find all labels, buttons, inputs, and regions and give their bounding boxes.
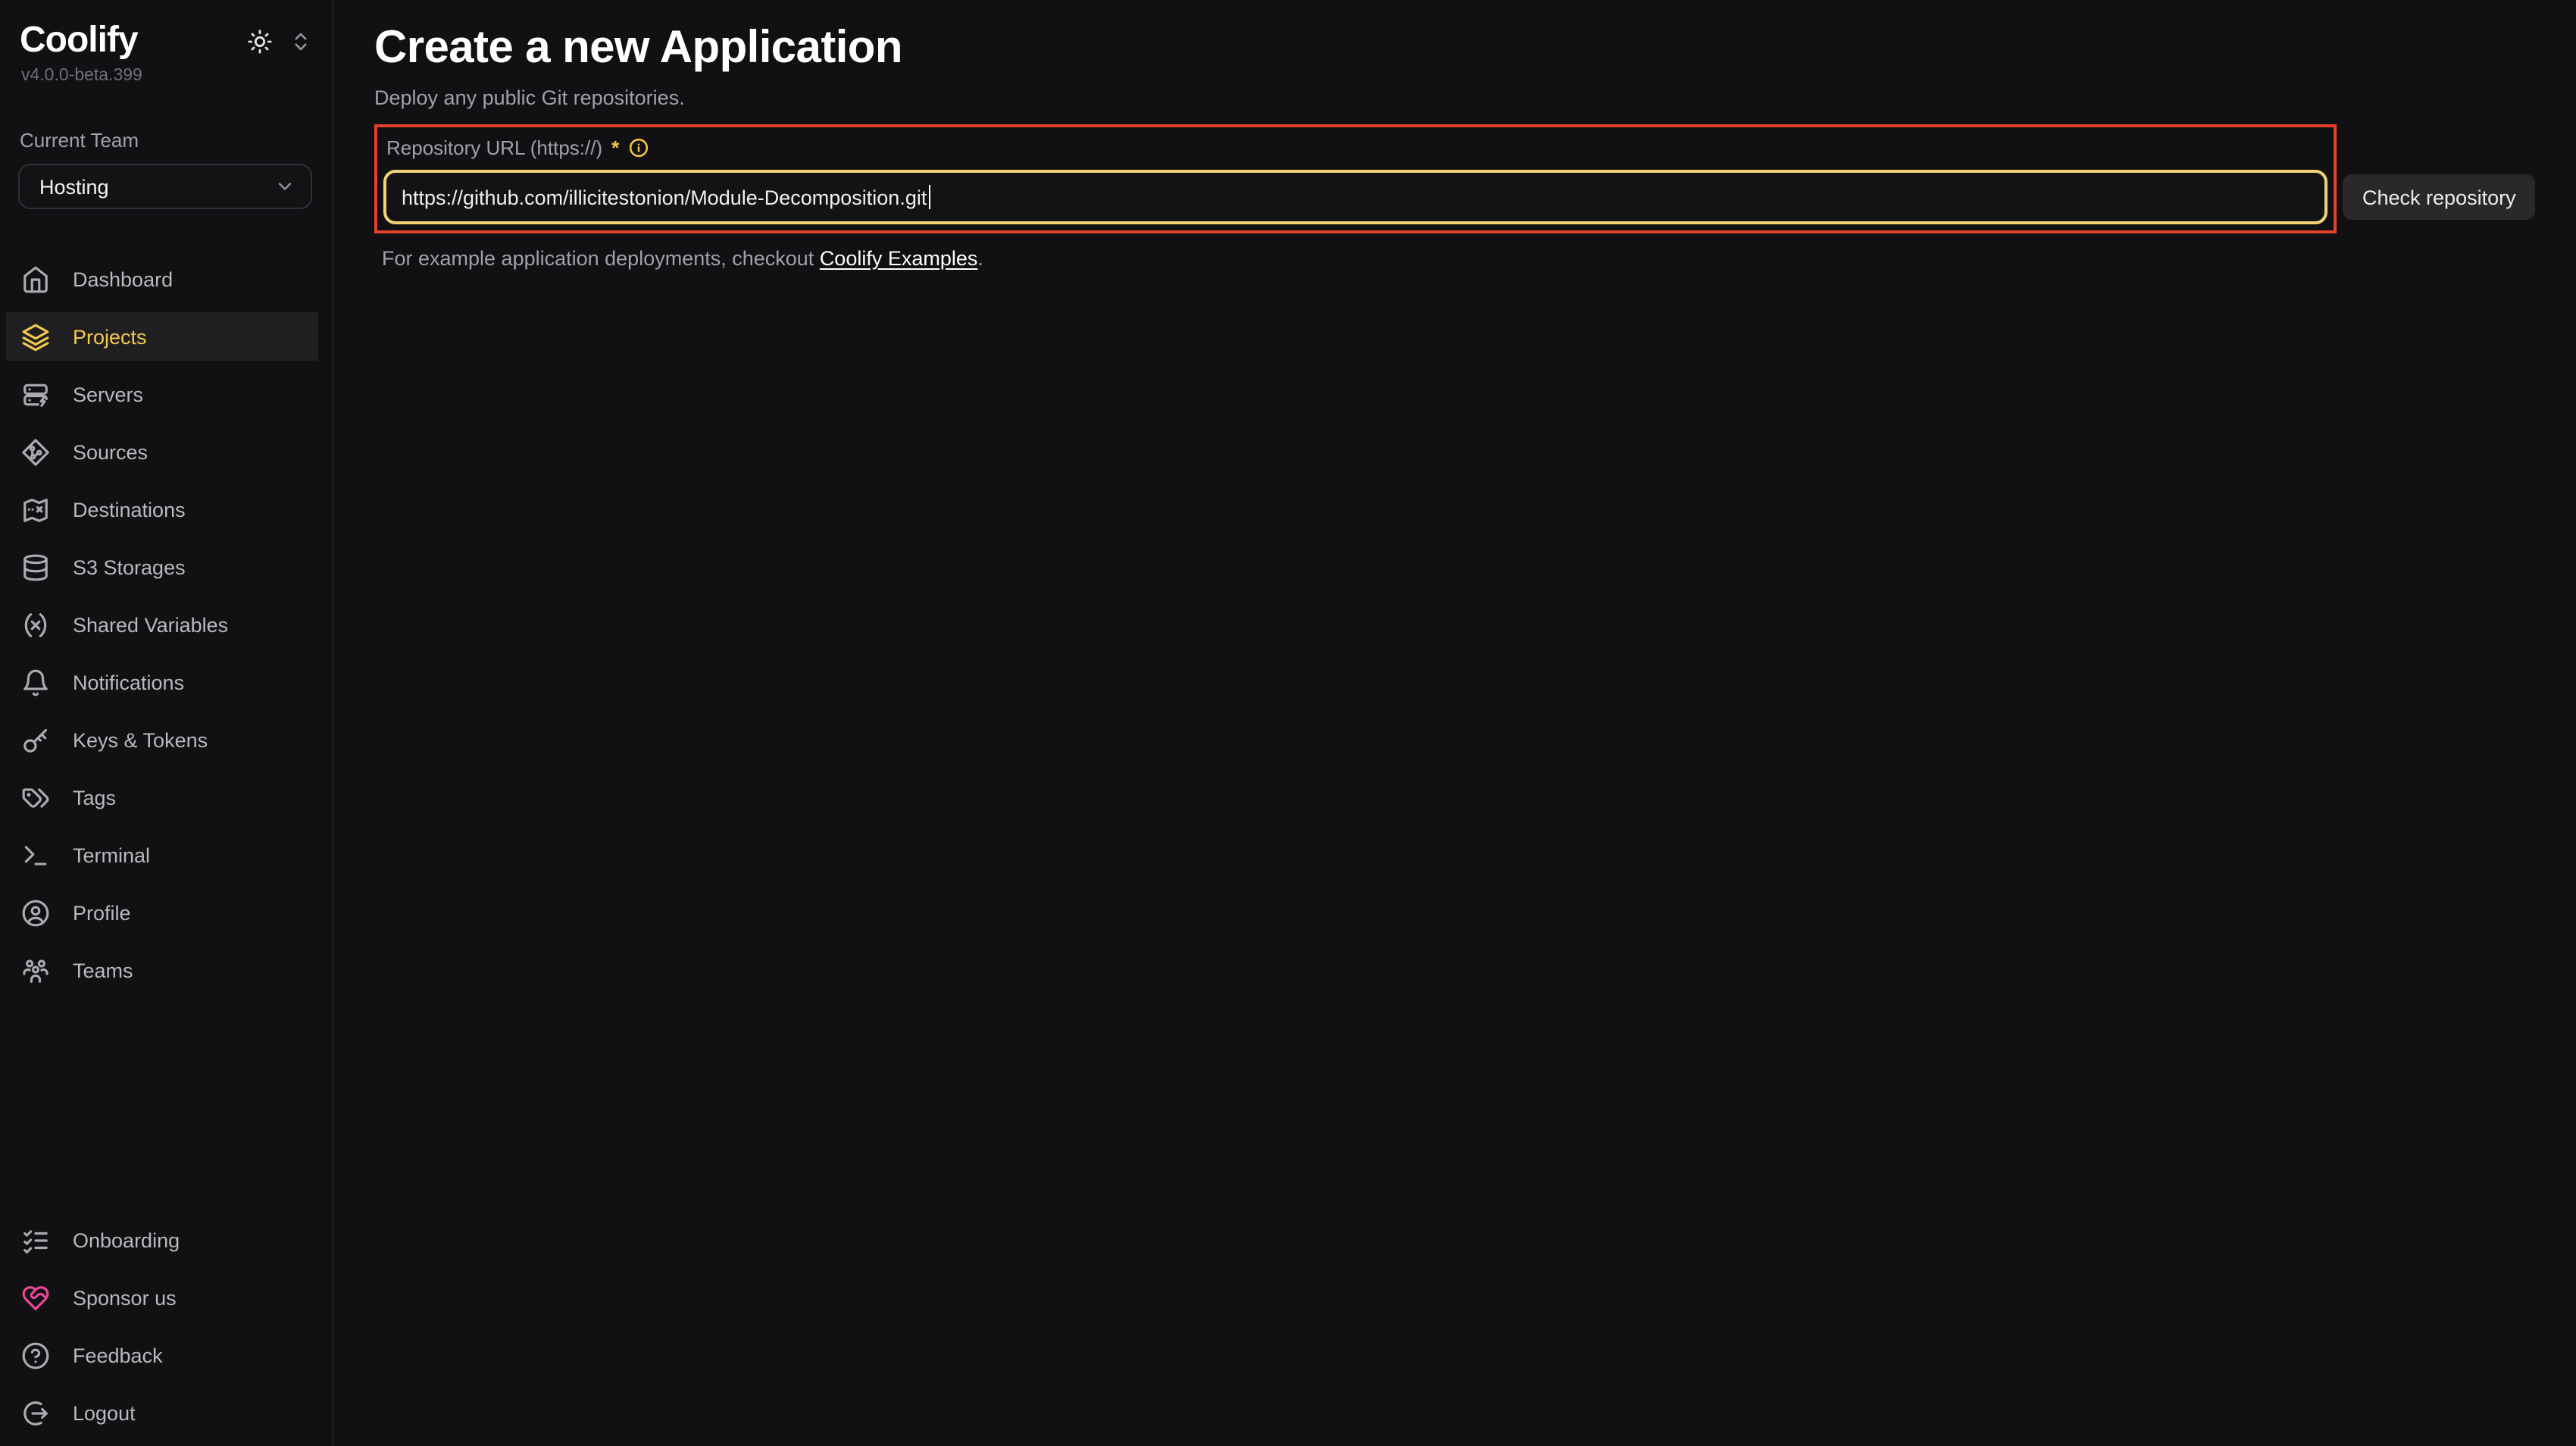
- check-repository-button[interactable]: Check repository: [2343, 174, 2536, 220]
- sidebar-item-label: Shared Variables: [73, 613, 228, 636]
- sidebar-item-label: Logout: [73, 1401, 136, 1424]
- current-team-label: Current Team: [20, 129, 332, 152]
- repository-url-value: https://github.com/illicitestonion/Modul…: [402, 186, 927, 208]
- git-source-icon: [21, 437, 50, 466]
- bell-icon: [21, 668, 50, 696]
- sidebar-item-label: Notifications: [73, 671, 184, 693]
- sidebar-item-label: Sources: [73, 440, 148, 463]
- sidebar-bottom-nav: Onboarding Sponsor us Feedback Logout: [0, 1216, 332, 1446]
- repository-form-row: Repository URL (https://) * https://gith…: [374, 124, 2576, 233]
- logo-row: Coolify: [0, 0, 332, 62]
- heart-handshake-icon: [21, 1283, 50, 1312]
- sidebar-item-label: Projects: [73, 325, 147, 348]
- chevrons-up-down-icon[interactable]: [289, 30, 312, 52]
- main-nav: Dashboard Projects Servers Sources Desti…: [0, 255, 332, 994]
- sidebar-item-label: Profile: [73, 901, 131, 924]
- main-content: Create a new Application Deploy any publ…: [333, 0, 2576, 1446]
- sidebar-item-shared-variables[interactable]: Shared Variables: [6, 600, 318, 649]
- sidebar-item-terminal[interactable]: Terminal: [6, 831, 318, 879]
- page-subtitle: Deploy any public Git repositories.: [374, 85, 2576, 111]
- sidebar-item-label: Terminal: [73, 844, 150, 866]
- sidebar-item-label: S3 Storages: [73, 556, 186, 578]
- sidebar-item-label: Destinations: [73, 498, 186, 521]
- coolify-examples-link[interactable]: Coolify Examples: [820, 247, 978, 270]
- map-icon: [21, 495, 50, 524]
- sidebar-item-label: Tags: [73, 786, 116, 809]
- terminal-icon: [21, 840, 50, 869]
- sidebar-item-s3-storages[interactable]: S3 Storages: [6, 543, 318, 591]
- sidebar-item-logout[interactable]: Logout: [6, 1388, 318, 1437]
- page-title: Create a new Application: [374, 21, 2576, 76]
- sidebar-item-projects[interactable]: Projects: [6, 312, 318, 361]
- database-icon: [21, 552, 50, 581]
- help-circle-icon: [21, 1341, 50, 1369]
- sidebar-item-profile[interactable]: Profile: [6, 888, 318, 937]
- sidebar-item-sources[interactable]: Sources: [6, 427, 318, 476]
- repository-url-fieldset: Repository URL (https://) * https://gith…: [374, 124, 2337, 233]
- sidebar-item-destinations[interactable]: Destinations: [6, 485, 318, 534]
- sidebar-item-keys-tokens[interactable]: Keys & Tokens: [6, 715, 318, 764]
- chevron-down-icon: [274, 176, 295, 197]
- sidebar-item-label: Dashboard: [73, 268, 173, 290]
- sidebar-item-tags[interactable]: Tags: [6, 773, 318, 822]
- sidebar-item-onboarding[interactable]: Onboarding: [6, 1216, 318, 1264]
- text-caret: [928, 185, 930, 209]
- repository-url-label: Repository URL (https://): [386, 136, 602, 159]
- server-icon: [21, 380, 50, 408]
- sidebar-item-teams[interactable]: Teams: [6, 946, 318, 994]
- sidebar-item-label: Servers: [73, 383, 143, 405]
- sidebar-item-dashboard[interactable]: Dashboard: [6, 255, 318, 303]
- helper-text: For example application deployments, che…: [374, 246, 2576, 271]
- layers-icon: [21, 322, 50, 351]
- team-select-value: Hosting: [39, 175, 109, 198]
- sidebar-item-label: Sponsor us: [73, 1286, 177, 1309]
- tags-icon: [21, 783, 50, 812]
- checklist-icon: [21, 1225, 50, 1254]
- required-asterisk: *: [611, 136, 619, 159]
- logout-icon: [21, 1398, 50, 1427]
- sidebar-item-label: Keys & Tokens: [73, 728, 208, 751]
- repository-url-input[interactable]: https://github.com/illicitestonion/Modul…: [383, 170, 2327, 224]
- coolify-app: Coolify v4.0.0-beta.399 Current Team Hos…: [0, 0, 2576, 1446]
- sidebar-item-feedback[interactable]: Feedback: [6, 1331, 318, 1379]
- sidebar-item-sponsor-us[interactable]: Sponsor us: [6, 1273, 318, 1322]
- app-version: v4.0.0-beta.399: [0, 62, 332, 85]
- sidebar: Coolify v4.0.0-beta.399 Current Team Hos…: [0, 0, 333, 1446]
- sidebar-item-label: Teams: [73, 959, 133, 981]
- app-logo: Coolify: [20, 20, 138, 62]
- variable-icon: [21, 610, 50, 639]
- team-select[interactable]: Hosting: [18, 164, 312, 209]
- repository-url-label-row: Repository URL (https://) *: [383, 135, 2327, 161]
- sidebar-item-servers[interactable]: Servers: [6, 370, 318, 418]
- sidebar-item-notifications[interactable]: Notifications: [6, 658, 318, 706]
- key-icon: [21, 725, 50, 754]
- info-icon[interactable]: [628, 138, 648, 158]
- theme-toggle-sun-icon[interactable]: [247, 28, 273, 54]
- user-circle-icon: [21, 898, 50, 927]
- home-icon: [21, 264, 50, 293]
- sidebar-item-label: Onboarding: [73, 1228, 180, 1251]
- users-icon: [21, 956, 50, 984]
- sidebar-item-label: Feedback: [73, 1344, 163, 1366]
